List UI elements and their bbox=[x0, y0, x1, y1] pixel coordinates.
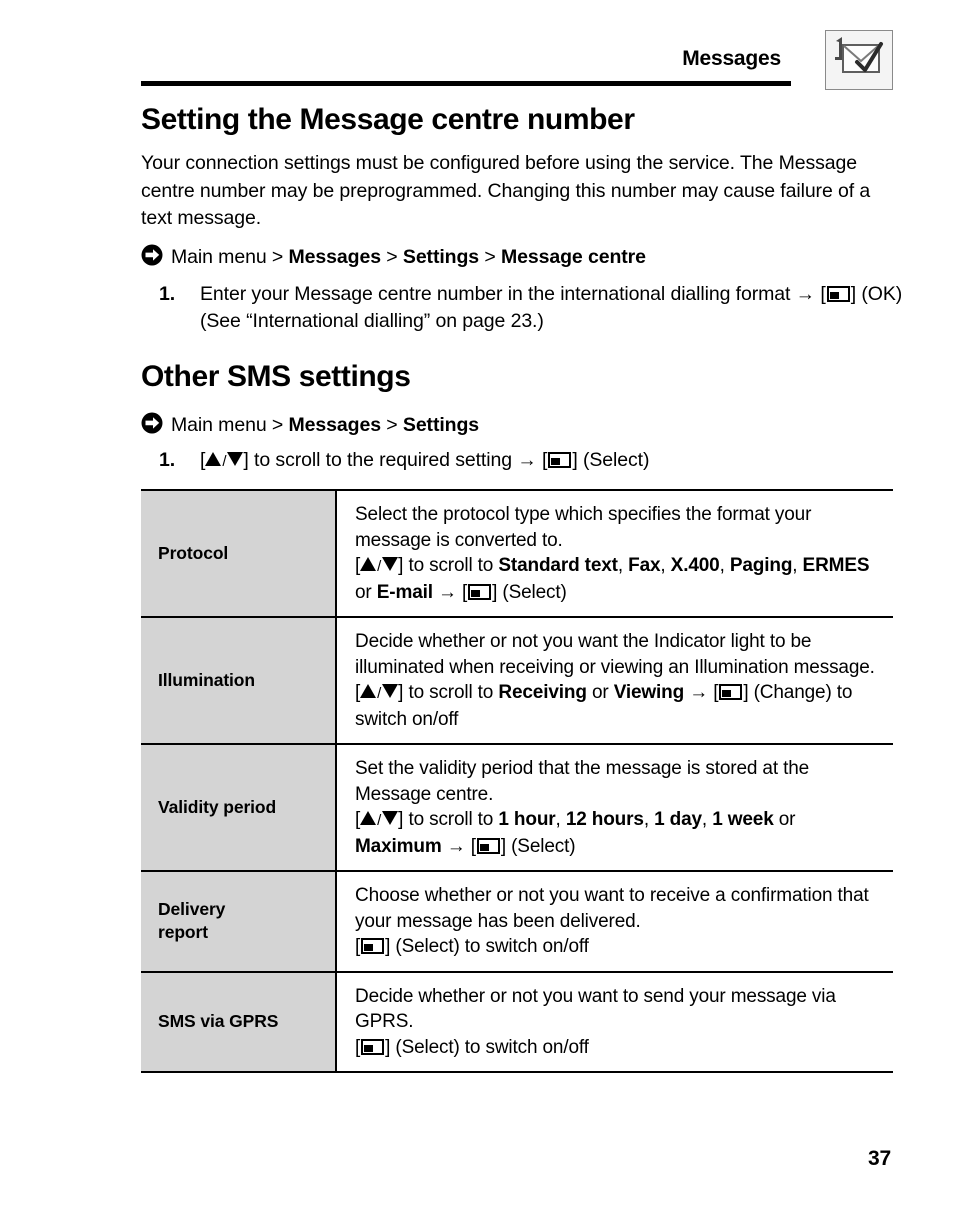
setting-description-protocol: Select the protocol type which specifies… bbox=[355, 504, 870, 603]
option-email: E-mail bbox=[376, 581, 433, 603]
description-text: Select the protocol type which specifies… bbox=[355, 504, 812, 551]
setting-name-illumination: Illumination bbox=[141, 617, 337, 744]
setting-name-validity-period: Validity period bbox=[141, 744, 337, 871]
table-row: SMS via GPRS Decide whether or not you w… bbox=[141, 971, 893, 1072]
sms-settings-table: Protocol Select the protocol type which … bbox=[141, 489, 893, 1073]
manual-page: Messages Setting the Message centre numb… bbox=[0, 0, 954, 1219]
table-row: Delivery report Choose whether or not yo… bbox=[141, 871, 893, 972]
softkey-icon bbox=[476, 837, 500, 854]
action-label: (Select) to switch on/off bbox=[395, 936, 589, 957]
header-title: Messages bbox=[682, 47, 781, 70]
conjunction: or bbox=[355, 581, 372, 603]
softkey-icon bbox=[719, 684, 743, 700]
right-arrow-icon: → bbox=[446, 835, 466, 857]
scroll-prefix: to scroll to bbox=[408, 809, 494, 830]
setting-name-delivery-report: Delivery report bbox=[141, 871, 337, 972]
section-heading-other-sms-settings: Other SMS settings bbox=[141, 360, 411, 393]
action-label: (Select) bbox=[511, 835, 576, 857]
option-1-hour: 1 hour bbox=[498, 809, 556, 830]
right-arrow-icon: → bbox=[438, 581, 457, 603]
description-text: Decide whether or not you want the Indic… bbox=[355, 631, 875, 678]
scroll-down-icon bbox=[382, 557, 399, 571]
option-1-day: 1 day bbox=[654, 809, 702, 830]
setting-description-validity-period: Set the validity period that the message… bbox=[355, 758, 810, 857]
option-receiving: Receiving bbox=[498, 682, 587, 703]
option-viewing: Viewing bbox=[613, 682, 685, 703]
setting-name-sms-via-gprs: SMS via GPRS bbox=[141, 971, 337, 1072]
table-row: Protocol Select the protocol type which … bbox=[141, 490, 893, 617]
softkey-icon bbox=[361, 938, 385, 954]
menu-path-crumb-settings: Settings bbox=[402, 246, 480, 268]
scroll-down-icon bbox=[382, 811, 399, 825]
setting-description-sms-via-gprs: Decide whether or not you want to send y… bbox=[355, 985, 836, 1058]
step-number: 1. bbox=[159, 283, 176, 305]
right-arrow-icon: → bbox=[689, 682, 709, 703]
section-heading-setting-message-centre: Setting the Message centre number bbox=[141, 103, 635, 136]
menu-path-crumb-messages: Messages bbox=[288, 414, 382, 436]
scroll-down-icon bbox=[382, 684, 399, 698]
conjunction: or bbox=[591, 682, 609, 703]
right-arrow-icon: → bbox=[795, 283, 816, 305]
setting-description-illumination: Decide whether or not you want the Indic… bbox=[355, 631, 875, 730]
scroll-prefix: to scroll to bbox=[408, 555, 494, 576]
setting-description-delivery-report: Choose whether or not you want to receiv… bbox=[355, 885, 869, 957]
step-text: to scroll to the required setting bbox=[254, 449, 512, 471]
softkey-icon bbox=[548, 452, 572, 468]
action-label: (Select) bbox=[502, 581, 567, 603]
menu-path-crumb-messages: Messages bbox=[288, 246, 382, 268]
header-rule bbox=[141, 81, 791, 86]
menu-path-message-centre: Main menu > Messages > Settings > Messag… bbox=[141, 244, 911, 273]
table-row: Illumination Decide whether or not you w… bbox=[141, 617, 893, 744]
arrow-bullet-icon bbox=[141, 412, 163, 441]
option-fax: Fax bbox=[628, 555, 661, 576]
table-row: Validity period Set the validity period … bbox=[141, 744, 893, 871]
scroll-prefix: to scroll to bbox=[408, 682, 494, 703]
setting-name-line2: report bbox=[158, 922, 208, 943]
menu-path-sep: > bbox=[484, 246, 496, 268]
scroll-up-icon bbox=[205, 452, 222, 466]
menu-path-sep: > bbox=[386, 246, 398, 268]
menu-path-root: Main menu bbox=[171, 414, 267, 436]
menu-path-sep: > bbox=[386, 414, 398, 436]
softkey-icon bbox=[468, 583, 492, 600]
option-ermes: ERMES bbox=[802, 555, 870, 576]
scroll-up-icon bbox=[360, 684, 377, 698]
menu-path-sep: > bbox=[271, 414, 284, 436]
option-x400: X.400 bbox=[670, 555, 720, 576]
option-paging: Paging bbox=[729, 555, 793, 576]
intro-paragraph: Your connection settings must be configu… bbox=[141, 152, 871, 229]
step-enter-message-centre-number: 1. Enter your Message centre number in th… bbox=[159, 283, 903, 332]
envelope-with-one-badge-icon bbox=[825, 30, 893, 90]
option-12-hours: 12 hours bbox=[565, 809, 644, 830]
running-header: Messages bbox=[141, 30, 893, 92]
step-text: Enter your Message centre number in the … bbox=[200, 283, 791, 305]
option-standard-text: Standard text bbox=[498, 555, 618, 576]
menu-path-sep: > bbox=[271, 246, 284, 268]
menu-path-settings: Main menu > Messages > Settings bbox=[141, 412, 911, 441]
step-scroll-to-setting: 1.[/] to scroll to the required setting … bbox=[159, 447, 904, 475]
option-1-week: 1 week bbox=[712, 809, 774, 830]
arrow-bullet-icon bbox=[141, 244, 163, 273]
scroll-down-icon bbox=[227, 452, 244, 466]
action-label: (Select) to switch on/off bbox=[395, 1036, 589, 1058]
description-text: Set the validity period that the message… bbox=[355, 758, 810, 805]
menu-path-crumb-message-centre: Message centre bbox=[500, 246, 646, 268]
description-text: Decide whether or not you want to send y… bbox=[355, 985, 836, 1033]
step-number: 1. bbox=[159, 449, 176, 471]
softkey-icon bbox=[361, 1038, 385, 1055]
menu-path-root: Main menu bbox=[171, 246, 267, 268]
scroll-up-icon bbox=[360, 811, 377, 825]
page-number: 37 bbox=[868, 1147, 891, 1170]
option-maximum: Maximum bbox=[355, 835, 442, 857]
softkey-icon bbox=[826, 286, 850, 302]
step-text-cont: (Select) bbox=[583, 449, 650, 471]
right-arrow-icon: → bbox=[517, 449, 537, 471]
setting-name-line1: Delivery bbox=[158, 899, 226, 920]
conjunction: or bbox=[778, 809, 796, 830]
menu-path-crumb-settings: Settings bbox=[402, 414, 480, 436]
setting-name-protocol: Protocol bbox=[141, 490, 337, 617]
description-text: Choose whether or not you want to receiv… bbox=[355, 885, 869, 932]
scroll-up-icon bbox=[360, 557, 377, 571]
